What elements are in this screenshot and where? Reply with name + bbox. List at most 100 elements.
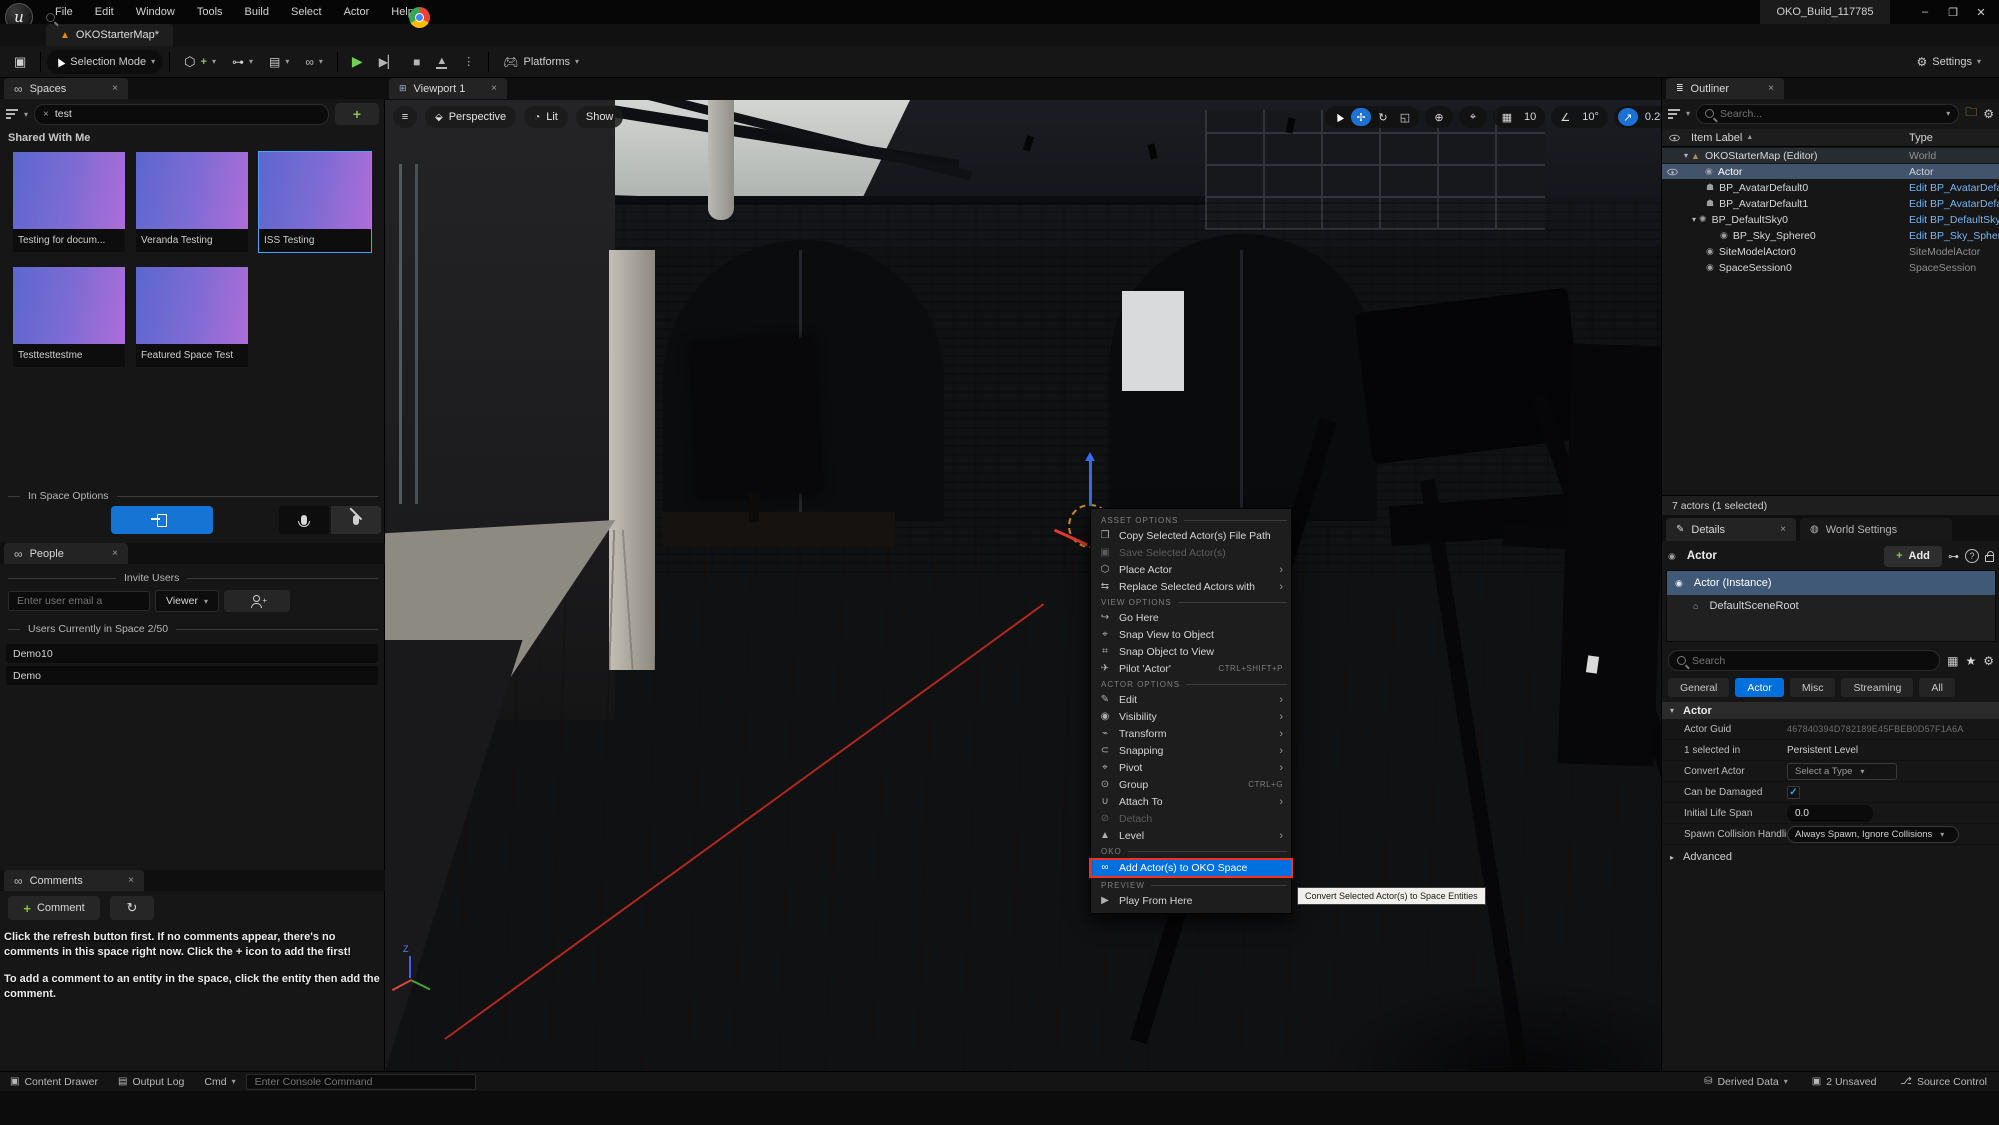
outliner-row[interactable]: ☗ BP_AvatarDefault0Edit BP_AvatarDefault [1662, 180, 1999, 195]
settings-dropdown[interactable]: ⚙Settings▾ [1908, 50, 1989, 74]
close-icon[interactable]: × [1768, 83, 1774, 94]
eject-button[interactable]: ▲ [428, 50, 455, 74]
derived-data-button[interactable]: ⛁ Derived Data▾ [1692, 1076, 1800, 1088]
menu-edit[interactable]: Edit [84, 0, 125, 24]
cinematics-dropdown[interactable]: ▤▾ [261, 50, 297, 74]
menu-transform[interactable]: ⌁Transform› [1091, 725, 1291, 742]
filter-misc[interactable]: Misc [1790, 678, 1836, 697]
scale-snap-control[interactable]: ↗ 0.25 [1614, 106, 1661, 128]
window-restore-button[interactable]: ❐ [1939, 0, 1967, 24]
menu-attach-to[interactable]: ∪Attach To› [1091, 793, 1291, 810]
space-thumbnail[interactable]: Testing for docum... [13, 152, 125, 252]
gizmo-z-axis[interactable] [1089, 460, 1092, 506]
menu-copy-file-path[interactable]: ❐Copy Selected Actor(s) File Path [1091, 527, 1291, 544]
world-space-icon[interactable]: ⊕ [1429, 108, 1449, 126]
grid-snap-value[interactable]: 10 [1519, 111, 1541, 123]
space-thumbnail[interactable]: Veranda Testing [136, 152, 248, 252]
convert-actor-dropdown[interactable]: Select a Type▾ [1787, 763, 1897, 780]
filter-all[interactable]: All [1919, 678, 1955, 697]
menu-play-from-here[interactable]: ▶Play From Here [1091, 892, 1291, 909]
oko-dropdown[interactable]: ∞▾ [297, 50, 331, 74]
source-control-button[interactable]: ⎇ Source Control [1888, 1076, 1999, 1088]
show-dropdown[interactable]: Show [576, 106, 624, 128]
add-user-button[interactable]: + [224, 590, 290, 612]
filter-icon[interactable] [6, 109, 18, 119]
cmd-dropdown[interactable]: Cmd▾ [194, 1076, 245, 1088]
outliner-row[interactable]: ☗ BP_AvatarDefault1Edit BP_AvatarDefault [1662, 196, 1999, 211]
viewport-canvas[interactable]: Z ≡ ⬙ Perspective ◔ Lit Show ✢ ↻ ◱ ⊕ [385, 100, 1661, 1071]
blueprint-icon[interactable]: ⊶ [1948, 550, 1959, 563]
angle-snap-control[interactable]: ∠ 10° [1551, 106, 1608, 128]
close-icon[interactable]: × [128, 875, 134, 886]
filter-chevron-icon[interactable]: ▾ [1686, 109, 1690, 118]
spawn-collision-dropdown[interactable]: Always Spawn, Ignore Collisions▾ [1787, 826, 1959, 843]
space-thumbnail[interactable]: Featured Space Test [136, 267, 248, 367]
outliner-row[interactable]: ◉ SpaceSession0SpaceSession [1662, 260, 1999, 275]
scene-root-row[interactable]: ⌂ DefaultSceneRoot [1667, 595, 1995, 617]
leave-space-button[interactable] [111, 506, 213, 534]
actor-section-header[interactable]: ▾Actor [1662, 702, 1999, 719]
favorites-icon[interactable]: ★ [1965, 654, 1976, 668]
menu-pilot-actor[interactable]: ✈Pilot 'Actor'CTRL+SHIFT+P [1091, 660, 1291, 677]
scale-snap-value[interactable]: 0.25 [1640, 111, 1661, 123]
window-close-button[interactable]: ✕ [1967, 0, 1995, 24]
skip-button[interactable]: ▶▏ [371, 50, 405, 74]
play-button[interactable]: ▶ [344, 50, 371, 74]
menu-level[interactable]: ▲Level› [1091, 827, 1291, 844]
role-dropdown[interactable]: Viewer▾ [155, 590, 219, 612]
blueprints-dropdown[interactable]: ⊶▾ [224, 50, 261, 74]
details-search-input[interactable] [1668, 650, 1940, 671]
outliner-settings-icon[interactable]: ⚙ [1983, 107, 1994, 121]
item-label-column[interactable]: Item Label [1691, 132, 1742, 144]
menu-add-actor-to-oko-space[interactable]: ∞Add Actor(s) to OKO Space [1089, 858, 1293, 878]
menu-pivot[interactable]: ⌖Pivot› [1091, 759, 1291, 776]
menu-select[interactable]: Select [280, 0, 333, 24]
type-column[interactable]: Type [1909, 132, 1933, 144]
close-icon[interactable]: × [112, 548, 118, 559]
mic-muted-button[interactable] [331, 506, 381, 534]
add-actor-dropdown[interactable]: ⬡+▾ [176, 50, 224, 74]
clear-search-icon[interactable]: × [43, 109, 49, 120]
menu-snap-object-to-view[interactable]: ⌗Snap Object to View [1091, 643, 1291, 660]
menu-build[interactable]: Build [234, 0, 280, 24]
menu-go-here[interactable]: ↪Go Here [1091, 609, 1291, 626]
spaces-search-input[interactable]: × [34, 104, 329, 125]
menu-snapping[interactable]: ⊂Snapping› [1091, 742, 1291, 759]
add-space-button[interactable]: + [335, 103, 379, 125]
user-row[interactable]: Demo10 [6, 644, 378, 663]
console-command-input[interactable] [246, 1074, 476, 1090]
filter-icon[interactable] [1668, 109, 1680, 119]
menu-visibility[interactable]: ◉Visibility› [1091, 708, 1291, 725]
display-filter-icon[interactable]: ▦ [1947, 654, 1958, 668]
advanced-section-header[interactable]: ▸Advanced [1662, 848, 1999, 866]
output-log-button[interactable]: ▤ Output Log [108, 1076, 194, 1088]
details-settings-icon[interactable]: ⚙ [1983, 654, 1994, 668]
grid-snap-control[interactable]: ▦ 10 [1493, 106, 1545, 128]
menu-snap-view-to-object[interactable]: ⌖Snap View to Object [1091, 626, 1291, 643]
invite-email-input[interactable] [8, 591, 150, 611]
refresh-comments-button[interactable]: ↻ [110, 896, 154, 920]
menu-window[interactable]: Window [125, 0, 186, 24]
space-thumbnail-selected[interactable]: ISS Testing [259, 152, 371, 252]
help-icon[interactable]: ? [1965, 549, 1979, 563]
selection-mode-dropdown[interactable]: Selection Mode▾ [47, 50, 163, 74]
rotate-tool-icon[interactable]: ↻ [1373, 108, 1393, 126]
tab-spaces[interactable]: ∞ Spaces × [4, 78, 128, 99]
visibility-column-icon[interactable] [1669, 134, 1679, 140]
menu-edit[interactable]: ✎Edit› [1091, 691, 1291, 708]
outliner-row-actor-selected[interactable]: ◉ ActorActor [1662, 164, 1999, 179]
tab-comments[interactable]: ∞ Comments × [4, 870, 144, 891]
tab-outliner[interactable]: ≣ Outliner × [1666, 78, 1784, 99]
filter-actor[interactable]: Actor [1735, 678, 1784, 697]
menu-place-actor[interactable]: ⬡Place Actor› [1091, 561, 1291, 578]
close-icon[interactable]: × [112, 83, 118, 94]
close-icon[interactable]: × [1780, 524, 1786, 535]
user-row[interactable]: Demo [6, 666, 378, 685]
filter-general[interactable]: General [1668, 678, 1729, 697]
initial-life-span-input[interactable]: 0.0 [1787, 805, 1873, 822]
menu-actor[interactable]: Actor [333, 0, 381, 24]
outliner-row[interactable]: ◉ BP_Sky_Sphere0Edit BP_Sky_Sphere [1662, 228, 1999, 243]
tab-people[interactable]: ∞ People × [4, 543, 128, 564]
filter-streaming[interactable]: Streaming [1841, 678, 1913, 697]
window-minimize-button[interactable]: – [1911, 0, 1939, 24]
